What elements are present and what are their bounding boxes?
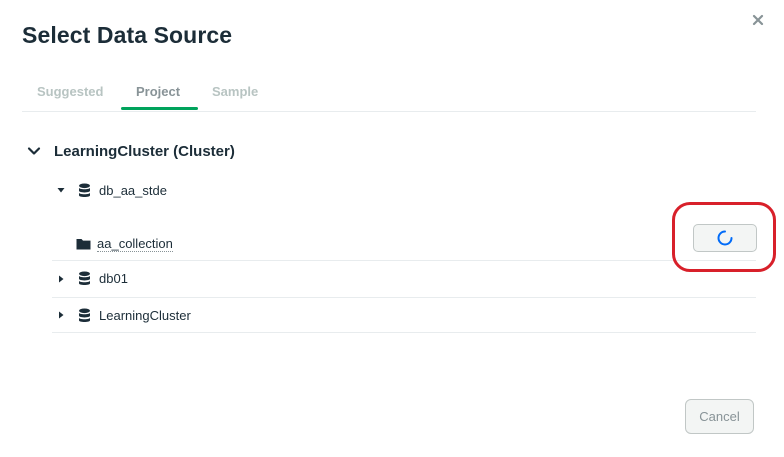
database-icon [78, 271, 91, 286]
active-tab-indicator [121, 107, 198, 110]
dialog-title: Select Data Source [22, 22, 233, 48]
database-label: db_aa_stde [99, 182, 167, 198]
caret-down-icon[interactable] [52, 185, 70, 195]
tab-bar: Suggested Project Sample [22, 80, 756, 112]
folder-icon [76, 238, 91, 250]
tab-suggested[interactable]: Suggested [37, 84, 103, 99]
cluster-label: LearningCluster (Cluster) [54, 142, 235, 160]
cancel-button[interactable]: Cancel [685, 399, 754, 434]
tree-cluster-row[interactable]: LearningCluster (Cluster) [26, 140, 235, 162]
database-icon [78, 308, 91, 323]
caret-right-icon[interactable] [52, 310, 70, 320]
close-icon [752, 14, 764, 26]
select-data-source-dialog: Select Data Source Suggested Project Sam… [0, 0, 784, 457]
tab-project[interactable]: Project [136, 84, 180, 99]
database-icon [78, 183, 91, 198]
collection-label[interactable]: aa_collection [97, 236, 173, 252]
close-button[interactable] [748, 10, 768, 30]
tree-database-row[interactable]: db01 [52, 260, 756, 296]
tree-collection-row[interactable]: aa_collection [76, 226, 756, 262]
tab-sample[interactable]: Sample [212, 84, 258, 99]
chevron-down-icon [27, 147, 41, 155]
tree-database-row[interactable]: LearningCluster [52, 297, 756, 333]
highlight-annotation [672, 202, 776, 272]
tree-database-row[interactable]: db_aa_stde [52, 172, 756, 208]
database-label: LearningCluster [99, 307, 191, 323]
database-label: db01 [99, 271, 128, 286]
caret-right-icon[interactable] [52, 274, 70, 284]
